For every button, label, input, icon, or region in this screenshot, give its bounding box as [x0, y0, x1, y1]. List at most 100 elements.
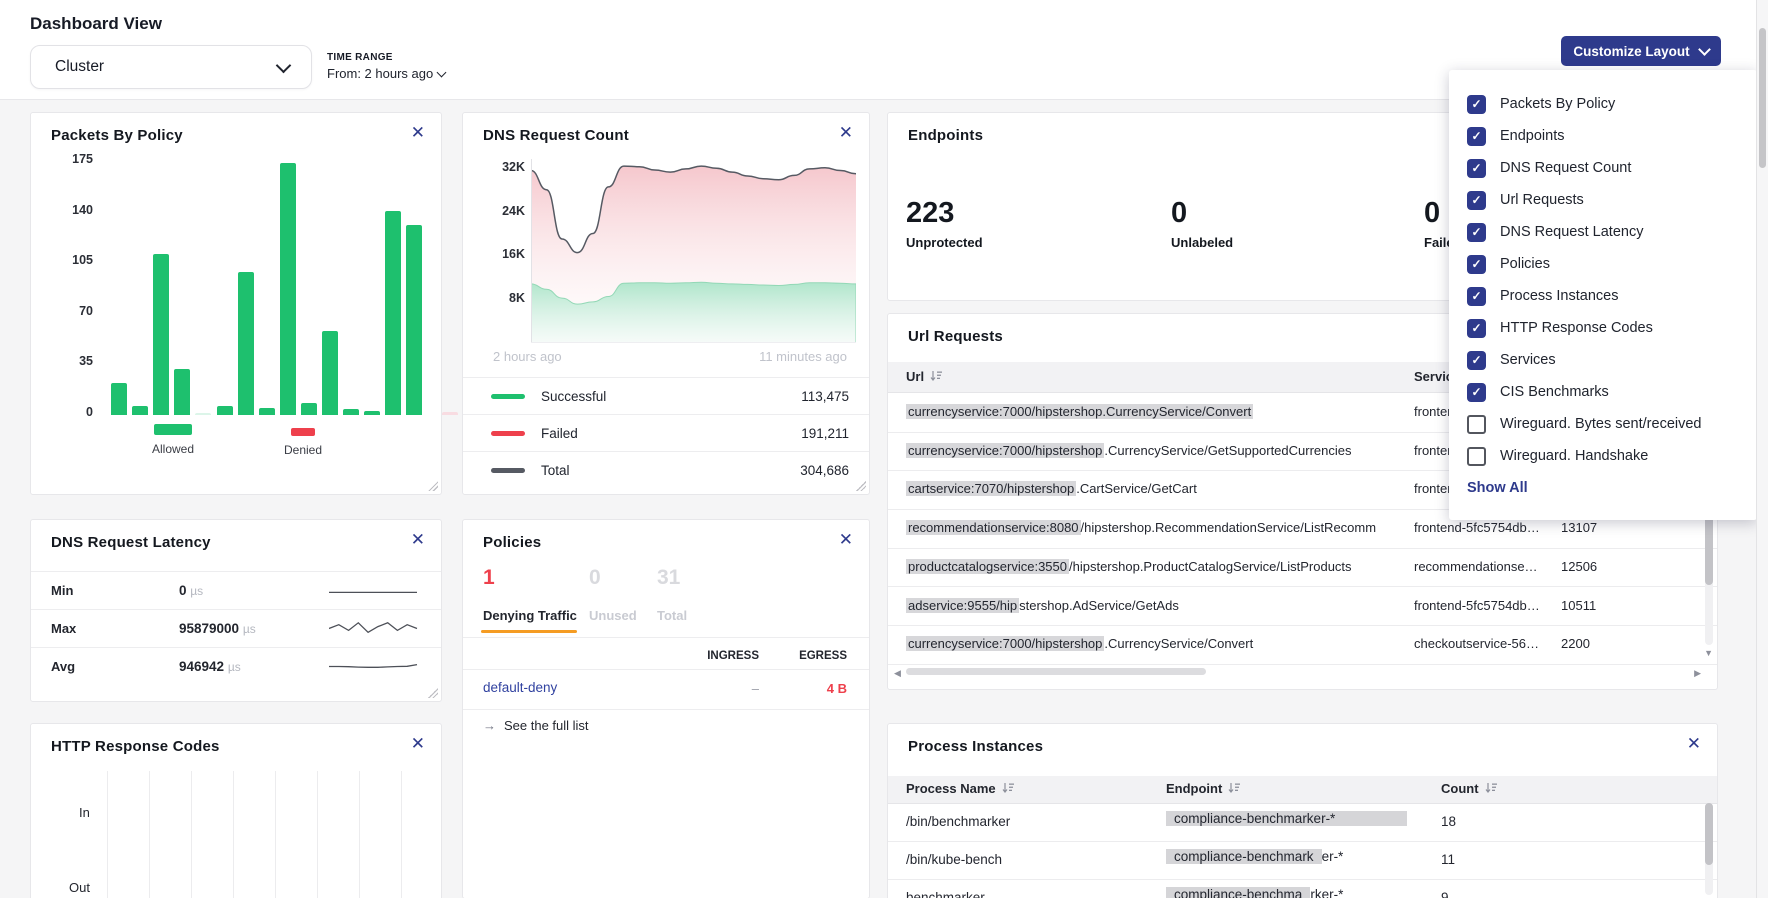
bar-denied: [442, 412, 458, 415]
total-swatch: [491, 468, 525, 473]
url-table-row[interactable]: productcatalogservice:3550/hipstershop.P…: [888, 548, 1717, 588]
menu-item-label: Services: [1500, 352, 1556, 368]
policies-tab-total[interactable]: Total: [657, 608, 687, 623]
checkbox-unchecked[interactable]: [1467, 415, 1486, 434]
page-scrollbar[interactable]: [1756, 0, 1768, 898]
panel-dns-request-count: DNS Request Count ✕ 32K24K16K8K 2 hours …: [462, 112, 870, 495]
y-tick-label: 32K: [477, 160, 525, 174]
menu-item-label: Wireguard. Bytes sent/received: [1500, 416, 1701, 432]
close-icon[interactable]: ✕: [839, 124, 853, 141]
process-table-row[interactable]: /bin/kube-benchcompliance-benchmarker-*1…: [888, 841, 1717, 880]
scroll-right-arrow-icon[interactable]: ▶: [1694, 668, 1701, 679]
menu-item-packets-by-policy[interactable]: ✓Packets By Policy: [1449, 88, 1757, 120]
panel-title: Url Requests: [908, 328, 1003, 345]
x-axis-end-label: 11 minutes ago: [759, 349, 847, 364]
close-icon[interactable]: ✕: [411, 735, 425, 752]
checkbox-checked[interactable]: ✓: [1467, 319, 1486, 338]
menu-item-dns-request-count[interactable]: ✓ DNS Request Count: [1449, 152, 1757, 184]
policy-name-link[interactable]: default-deny: [483, 680, 557, 695]
url-table-row[interactable]: adservice:9555/hipstershop.AdService/Get…: [888, 587, 1717, 627]
see-full-list-link[interactable]: →See the full list: [483, 718, 589, 733]
panel-packets-by-policy: Packets By Policy ✕ 17514010570350 Allow…: [30, 112, 442, 495]
sort-icon[interactable]: [930, 370, 943, 385]
legend-value: 191,211: [801, 426, 849, 441]
latency-label: Avg: [51, 659, 75, 674]
show-all-link[interactable]: Show All: [1467, 480, 1757, 496]
y-label-out: Out: [69, 880, 90, 895]
chevron-down-icon: [1698, 43, 1711, 56]
scroll-down-arrow-icon[interactable]: ▼: [1704, 648, 1713, 658]
close-icon[interactable]: ✕: [839, 531, 853, 548]
customize-layout-button[interactable]: Customize Layout: [1561, 36, 1721, 66]
stat-value: 223: [906, 197, 983, 230]
process-table-row[interactable]: benchmarkercompliance-benchmarker-*9: [888, 879, 1717, 898]
checkbox-checked[interactable]: ✓: [1467, 95, 1486, 114]
service-cell: frontend-5fc5754db…: [1414, 598, 1546, 613]
url-table-row[interactable]: currencyservice:7000/hipstershop.Currenc…: [888, 625, 1717, 665]
packets-bar-chart: [31, 113, 441, 494]
menu-item-url-requests[interactable]: ✓ Url Requests: [1449, 184, 1757, 216]
bar-allowed: [385, 211, 401, 415]
url-highlighted-text: productcatalogservice:3550: [906, 559, 1069, 574]
sort-icon[interactable]: [1485, 782, 1498, 797]
process-table-row[interactable]: /bin/benchmarkercompliance-benchmarker-*…: [888, 803, 1717, 842]
menu-item-label: DNS Request Count: [1500, 160, 1631, 176]
checkbox-checked[interactable]: ✓: [1467, 159, 1486, 178]
menu-item-endpoints[interactable]: ✓Endpoints: [1449, 120, 1757, 152]
legend-row-successful: Successful113,475: [463, 377, 869, 415]
checkbox-checked[interactable]: ✓: [1467, 383, 1486, 402]
view-selector-dropdown[interactable]: Cluster: [30, 45, 312, 89]
page-scrollbar-thumb[interactable]: [1759, 28, 1766, 168]
menu-item-http-response-codes[interactable]: ✓HTTP Response Codes: [1449, 312, 1757, 344]
panel-http-response-codes: HTTP Response Codes ✕ In Out: [30, 723, 442, 898]
menu-item-cis-benchmarks[interactable]: ✓ CIS Benchmarks: [1449, 376, 1757, 408]
chevron-down-icon: [437, 68, 447, 78]
checkbox-checked[interactable]: ✓: [1467, 351, 1486, 370]
policies-tab-denying-traffic[interactable]: Denying Traffic: [483, 608, 577, 623]
y-label-in: In: [79, 805, 90, 820]
menu-item-label: Wireguard. Handshake: [1500, 448, 1648, 464]
checkbox-checked[interactable]: ✓: [1467, 127, 1486, 146]
close-icon[interactable]: ✕: [411, 531, 425, 548]
resize-handle[interactable]: [856, 481, 866, 491]
legend-row-total: Total304,686: [463, 451, 869, 489]
policies-tab-unused[interactable]: Unused: [589, 608, 637, 623]
checkbox-checked[interactable]: ✓: [1467, 255, 1486, 274]
chevron-down-icon: [276, 58, 292, 74]
y-tick-label: 8K: [477, 291, 525, 305]
menu-item-services[interactable]: ✓ Services: [1449, 344, 1757, 376]
menu-item-label: CIS Benchmarks: [1500, 384, 1609, 400]
scrollbar-thumb[interactable]: [1705, 803, 1713, 865]
scroll-left-arrow-icon[interactable]: ◀: [894, 668, 901, 679]
menu-item-wireguard-handshake[interactable]: Wireguard. Handshake: [1449, 440, 1757, 472]
vertical-scrollbar[interactable]: [1705, 803, 1713, 895]
time-range-from-dropdown[interactable]: From: 2 hours ago: [327, 66, 445, 81]
divider: [463, 637, 869, 638]
menu-item-label: Process Instances: [1500, 288, 1618, 304]
checkbox-checked[interactable]: ✓: [1467, 223, 1486, 242]
endpoint-cell: compliance-benchmarker-*: [1166, 849, 1434, 864]
time-range-label: TIME RANGE: [327, 52, 445, 63]
checkbox-unchecked[interactable]: [1467, 447, 1486, 466]
horizontal-scrollbar-thumb[interactable]: [906, 668, 1206, 675]
page-title: Dashboard View: [30, 14, 162, 34]
legend-label: Allowed: [152, 442, 194, 456]
divider: [463, 669, 869, 670]
panel-title: DNS Request Count: [483, 127, 629, 144]
checkbox-checked[interactable]: ✓: [1467, 287, 1486, 306]
resize-handle[interactable]: [428, 688, 438, 698]
sort-icon[interactable]: [1228, 782, 1241, 797]
checkbox-checked[interactable]: ✓: [1467, 191, 1486, 210]
close-icon[interactable]: ✕: [1687, 735, 1701, 752]
resize-handle[interactable]: [428, 481, 438, 491]
menu-item-dns-request-latency[interactable]: ✓DNS Request Latency: [1449, 216, 1757, 248]
endpoint-text: er-*: [1322, 849, 1344, 864]
menu-item-process-instances[interactable]: ✓ Process Instances: [1449, 280, 1757, 312]
menu-item-wireguard-bytes-sent-received[interactable]: Wireguard. Bytes sent/received: [1449, 408, 1757, 440]
successful-swatch: [491, 394, 525, 399]
menu-item-label: Url Requests: [1500, 192, 1584, 208]
legend-value: 304,686: [800, 463, 849, 478]
sort-icon[interactable]: [1002, 782, 1015, 797]
process-table-header: Process NameEndpointCount: [888, 776, 1717, 804]
menu-item-policies[interactable]: ✓Policies: [1449, 248, 1757, 280]
